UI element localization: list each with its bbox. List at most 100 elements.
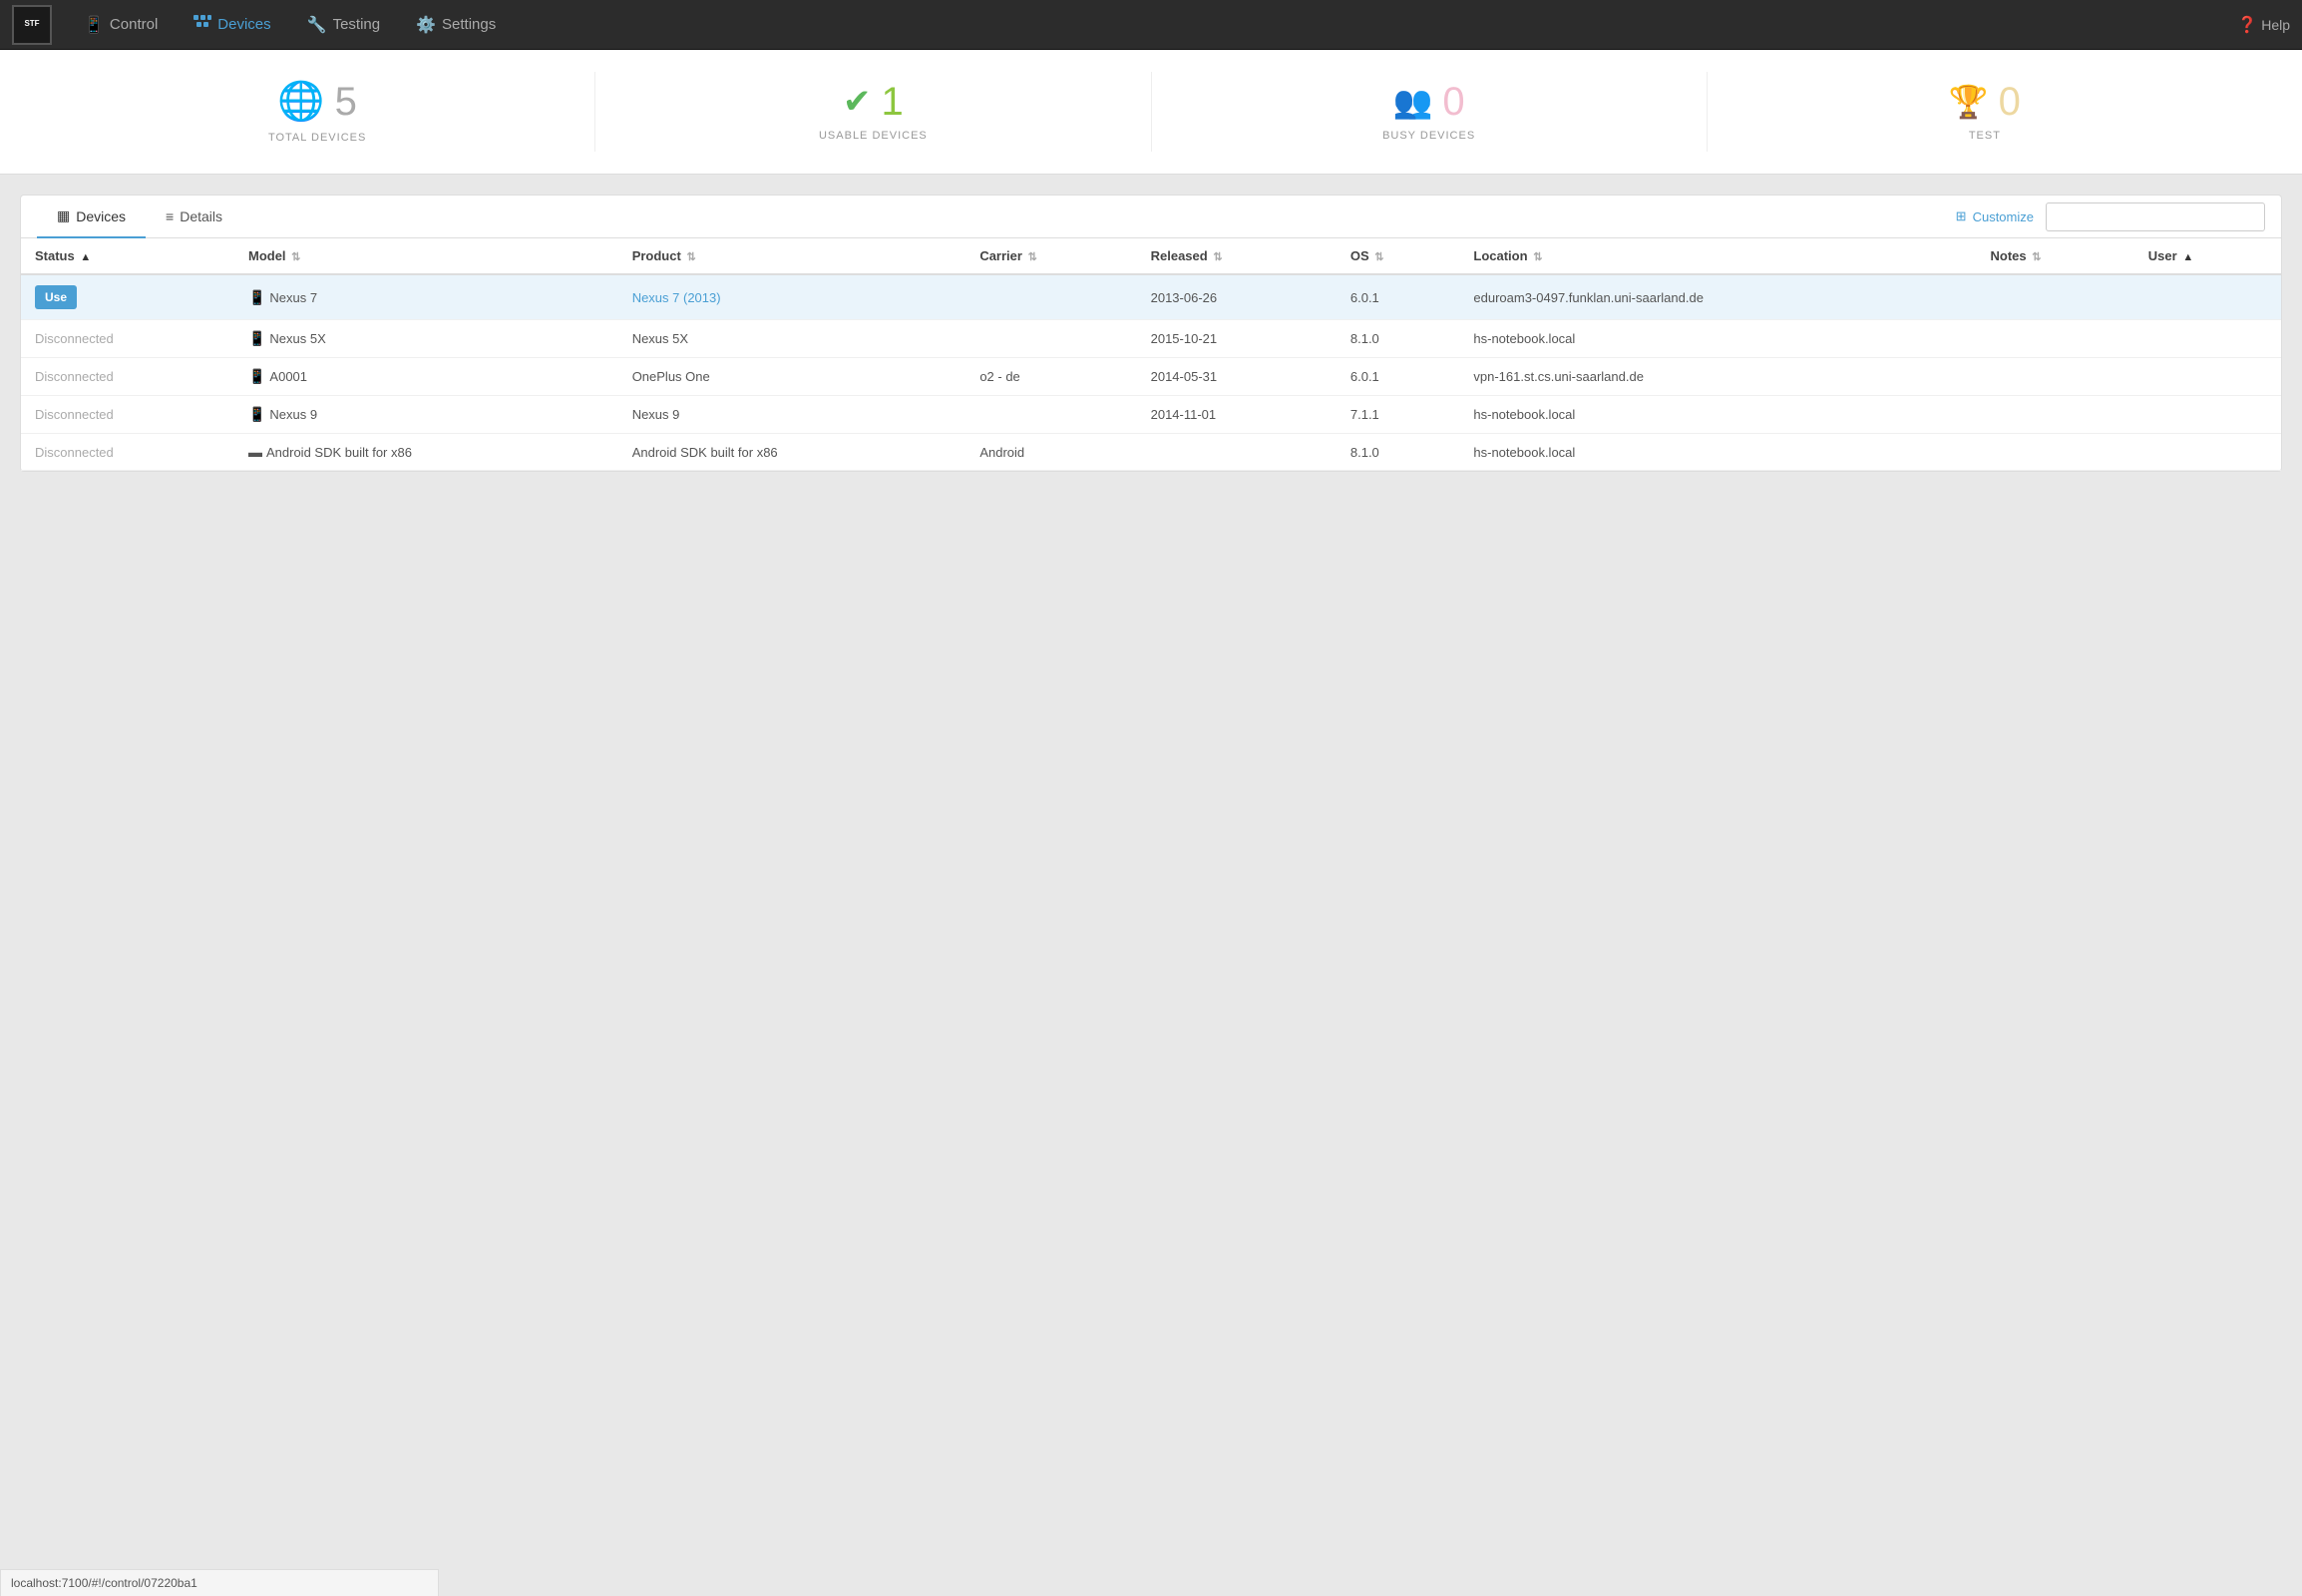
users-icon: 👥 xyxy=(1393,83,1433,121)
testing-icon: 🔧 xyxy=(307,15,327,35)
devices-icon xyxy=(193,15,211,34)
col-product[interactable]: Product ⇅ xyxy=(618,238,966,274)
cell-location: hs-notebook.local xyxy=(1459,320,1976,358)
cell-model: 📱Nexus 9 xyxy=(234,396,618,434)
status-disconnected: Disconnected xyxy=(35,445,114,460)
cell-model: ▬Android SDK built for x86 xyxy=(234,434,618,471)
col-notes-label: Notes xyxy=(1991,248,2027,263)
cell-status: Use xyxy=(21,274,234,320)
cell-location: hs-notebook.local xyxy=(1459,434,1976,471)
cell-notes xyxy=(1977,396,2134,434)
devices-table: Status ▲ Model ⇅ Product ⇅ Carrier ⇅ xyxy=(21,238,2281,471)
cell-carrier: Android xyxy=(965,434,1136,471)
devices-panel: ▦ Devices ≡ Details ⊞ Customize Status ▲ xyxy=(20,195,2282,472)
help-label: Help xyxy=(2261,17,2290,33)
device-model-name: Nexus 5X xyxy=(269,331,325,346)
cell-location: eduroam3-0497.funklan.uni-saarland.de xyxy=(1459,274,1976,320)
nav-label-settings: Settings xyxy=(442,16,496,33)
cell-os: 7.1.1 xyxy=(1337,396,1460,434)
status-disconnected: Disconnected xyxy=(35,407,114,422)
customize-button[interactable]: ⊞ Customize xyxy=(1944,200,2046,232)
devices-tab-label: Devices xyxy=(76,208,126,224)
table-row: Disconnected📱Nexus 9Nexus 92014-11-017.1… xyxy=(21,396,2281,434)
cell-notes xyxy=(1977,434,2134,471)
cell-model: 📱 Nexus 5X xyxy=(234,320,618,358)
use-button[interactable]: Use xyxy=(35,285,77,309)
product-link[interactable]: Nexus 7 (2013) xyxy=(632,290,721,305)
sort-carrier-icon: ⇅ xyxy=(1028,251,1037,263)
cell-status: Disconnected xyxy=(21,396,234,434)
col-carrier-label: Carrier xyxy=(979,248,1022,263)
col-released[interactable]: Released ⇅ xyxy=(1137,238,1337,274)
control-icon: 📱 xyxy=(84,15,104,35)
usable-devices-count: 1 xyxy=(882,82,904,122)
device-icon: 📱 xyxy=(248,330,265,347)
main-content: ▦ Devices ≡ Details ⊞ Customize Status ▲ xyxy=(0,175,2302,1591)
col-os[interactable]: OS ⇅ xyxy=(1337,238,1460,274)
col-model[interactable]: Model ⇅ xyxy=(234,238,618,274)
device-model-name: Nexus 9 xyxy=(269,407,317,422)
cell-released: 2015-10-21 xyxy=(1137,320,1337,358)
status-disconnected: Disconnected xyxy=(35,331,114,346)
cell-os: 8.1.0 xyxy=(1337,320,1460,358)
test-label: TEST xyxy=(1969,130,2001,142)
col-status[interactable]: Status ▲ xyxy=(21,238,234,274)
col-product-label: Product xyxy=(632,248,681,263)
test-count: 0 xyxy=(1999,82,2021,122)
col-user[interactable]: User ▲ xyxy=(2134,238,2281,274)
device-model-name: Nexus 7 xyxy=(269,290,317,305)
panel-tabs: ▦ Devices ≡ Details ⊞ Customize xyxy=(21,196,2281,238)
help-icon: ❓ xyxy=(2237,15,2257,35)
table-row: Use 📱 Nexus 7 Nexus 7 (2013) 2013-06-266.0.1… xyxy=(21,274,2281,320)
cell-notes xyxy=(1977,358,2134,396)
nav-item-control[interactable]: 📱 Control xyxy=(68,7,174,43)
col-model-label: Model xyxy=(248,248,286,263)
sort-product-icon: ⇅ xyxy=(686,251,695,263)
stat-busy-devices: 👥 0 BUSY DEVICES xyxy=(1151,72,1707,152)
sort-os-icon: ⇅ xyxy=(1374,251,1383,263)
col-notes[interactable]: Notes ⇅ xyxy=(1977,238,2134,274)
cell-carrier: o2 - de xyxy=(965,358,1136,396)
nav-item-devices[interactable]: Devices xyxy=(178,7,286,43)
col-released-label: Released xyxy=(1151,248,1208,263)
cell-user xyxy=(2134,434,2281,471)
nav-label-testing: Testing xyxy=(333,16,381,33)
cell-carrier xyxy=(965,396,1136,434)
cell-carrier xyxy=(965,274,1136,320)
busy-devices-label: BUSY DEVICES xyxy=(1382,130,1475,142)
table-row: Disconnected📱A0001OnePlus Oneo2 - de2014… xyxy=(21,358,2281,396)
cell-released: 2013-06-26 xyxy=(1137,274,1337,320)
nav-item-testing[interactable]: 🔧 Testing xyxy=(291,7,396,43)
brand-logo: STF xyxy=(12,5,52,45)
tab-details[interactable]: ≡ Details xyxy=(146,197,242,238)
help-button[interactable]: ❓ Help xyxy=(2237,15,2290,35)
cell-product: OnePlus One xyxy=(618,358,966,396)
tab-devices[interactable]: ▦ Devices xyxy=(37,196,146,238)
cell-released: 2014-05-31 xyxy=(1137,358,1337,396)
cell-model: 📱 Nexus 7 xyxy=(234,274,618,320)
table-header-row: Status ▲ Model ⇅ Product ⇅ Carrier ⇅ xyxy=(21,238,2281,274)
nav-item-settings[interactable]: ⚙️ Settings xyxy=(400,7,512,43)
cell-user xyxy=(2134,396,2281,434)
nav-links: 📱 Control Devices 🔧 Testing ⚙️ Settings xyxy=(68,7,2237,43)
device-model-name: A0001 xyxy=(269,369,307,384)
cell-os: 8.1.0 xyxy=(1337,434,1460,471)
stat-usable-devices: ✔ 1 USABLE DEVICES xyxy=(594,72,1150,152)
search-input[interactable] xyxy=(2046,202,2265,231)
device-icon: 📱 xyxy=(248,289,265,306)
device-model-name: Android SDK built for x86 xyxy=(266,445,412,460)
sort-user-icon: ▲ xyxy=(2182,251,2193,263)
cell-product[interactable]: Nexus 7 (2013) xyxy=(618,274,966,320)
cell-user xyxy=(2134,358,2281,396)
col-carrier[interactable]: Carrier ⇅ xyxy=(965,238,1136,274)
nav-label-devices: Devices xyxy=(217,16,270,33)
usable-devices-label: USABLE DEVICES xyxy=(819,130,928,142)
settings-icon: ⚙️ xyxy=(416,15,436,35)
busy-devices-count: 0 xyxy=(1442,82,1464,122)
sort-model-icon: ⇅ xyxy=(291,251,300,263)
cell-os: 6.0.1 xyxy=(1337,358,1460,396)
cell-user xyxy=(2134,274,2281,320)
cell-os: 6.0.1 xyxy=(1337,274,1460,320)
col-location[interactable]: Location ⇅ xyxy=(1459,238,1976,274)
cell-status: Disconnected xyxy=(21,320,234,358)
